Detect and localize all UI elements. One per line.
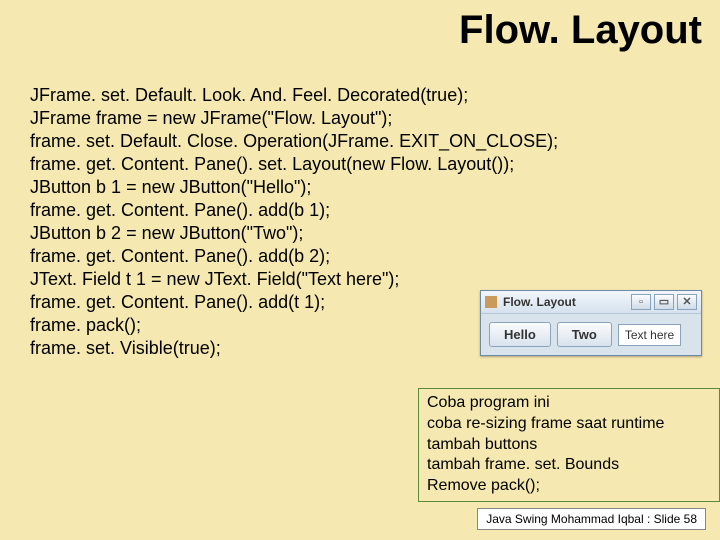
code-line: JFrame frame = new JFrame("Flow. Layout"… xyxy=(30,107,558,130)
two-button[interactable]: Two xyxy=(557,322,612,347)
minimize-button[interactable]: ▫ xyxy=(631,294,651,310)
code-line: frame. get. Content. Pane(). add(b 2); xyxy=(30,245,558,268)
hello-button[interactable]: Hello xyxy=(489,322,551,347)
code-line: JText. Field t 1 = new JText. Field("Tex… xyxy=(30,268,558,291)
text-field[interactable]: Text here xyxy=(618,324,681,346)
maximize-button[interactable]: ▭ xyxy=(654,294,674,310)
code-line: JFrame. set. Default. Look. And. Feel. D… xyxy=(30,84,558,107)
code-line: frame. get. Content. Pane(). set. Layout… xyxy=(30,153,558,176)
window-content: Hello Two Text here xyxy=(481,314,701,355)
code-line: frame. pack(); xyxy=(30,314,558,337)
slide-title: Flow. Layout xyxy=(459,8,702,53)
close-button[interactable]: ✕ xyxy=(677,294,697,310)
code-line: JButton b 1 = new JButton("Hello"); xyxy=(30,176,558,199)
code-line: frame. set. Visible(true); xyxy=(30,337,558,360)
note-line: Coba program ini xyxy=(427,393,711,414)
code-line: JButton b 2 = new JButton("Two"); xyxy=(30,222,558,245)
slide-footer: Java Swing Mohammad Iqbal : Slide 58 xyxy=(477,508,706,530)
notes-box: Coba program ini coba re-sizing frame sa… xyxy=(418,388,720,502)
code-line: frame. get. Content. Pane(). add(t 1); xyxy=(30,291,558,314)
window-title: Flow. Layout xyxy=(503,295,631,309)
code-line: frame. get. Content. Pane(). add(b 1); xyxy=(30,199,558,222)
note-line: tambah buttons xyxy=(427,435,711,456)
note-line: coba re-sizing frame saat runtime xyxy=(427,414,711,435)
window-titlebar[interactable]: Flow. Layout ▫ ▭ ✕ xyxy=(481,291,701,314)
window-title-buttons: ▫ ▭ ✕ xyxy=(631,294,697,310)
code-line: frame. set. Default. Close. Operation(JF… xyxy=(30,130,558,153)
example-window: Flow. Layout ▫ ▭ ✕ Hello Two Text here xyxy=(480,290,702,356)
note-line: Remove pack(); xyxy=(427,476,711,497)
code-block: JFrame. set. Default. Look. And. Feel. D… xyxy=(30,84,558,360)
note-line: tambah frame. set. Bounds xyxy=(427,455,711,476)
java-icon xyxy=(485,296,497,308)
